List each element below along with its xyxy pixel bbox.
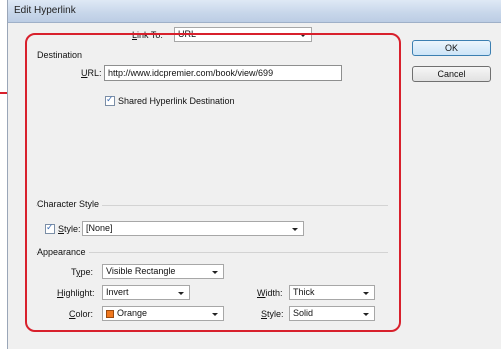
checkmark-icon: ✓	[106, 94, 114, 104]
link-to-dropdown[interactable]: URL	[174, 27, 312, 42]
style-dropdown[interactable]: Solid	[289, 306, 375, 321]
color-label: Color:	[69, 309, 94, 319]
window-title: Edit Hyperlink	[14, 5, 76, 16]
cancel-button[interactable]: Cancel	[412, 66, 491, 82]
appearance-heading: Appearance	[37, 247, 89, 257]
character-style-heading: Character Style	[37, 199, 103, 209]
chevron-down-icon	[212, 271, 218, 274]
destination-heading: Destination	[37, 50, 83, 60]
highlight-label: Highlight:	[57, 288, 95, 298]
width-dropdown[interactable]: Thick	[289, 285, 375, 300]
chevron-down-icon	[292, 228, 298, 231]
color-swatch	[106, 310, 114, 318]
type-label: Type:	[71, 267, 94, 277]
width-label: Width:	[257, 288, 283, 298]
link-to-label: Link To:	[132, 30, 163, 40]
style-label: Style:	[261, 309, 284, 319]
highlight-value: Invert	[106, 287, 129, 297]
style-value: Solid	[293, 308, 314, 318]
divider	[36, 252, 388, 253]
character-style-dropdown[interactable]: [None]	[82, 221, 304, 236]
url-input[interactable]: http://www.idcpremier.com/book/view/699	[104, 65, 342, 81]
chevron-down-icon	[212, 313, 218, 316]
checkmark-icon: ✓	[46, 222, 54, 232]
character-style-checkbox[interactable]: ✓	[45, 222, 55, 234]
color-value: Orange	[117, 308, 148, 318]
chevron-down-icon	[363, 292, 369, 295]
shared-destination-label: Shared Hyperlink Destination	[118, 96, 235, 106]
title-bar[interactable]: Edit Hyperlink	[8, 0, 501, 23]
type-value: Visible Rectangle	[106, 266, 176, 276]
shared-destination-checkbox[interactable]: ✓	[105, 94, 115, 106]
url-label: URL:	[81, 68, 102, 78]
chevron-down-icon	[300, 34, 306, 37]
highlight-dropdown[interactable]: Invert	[102, 285, 190, 300]
width-value: Thick	[293, 287, 315, 297]
chevron-down-icon	[363, 313, 369, 316]
link-to-value: URL	[178, 29, 197, 39]
dialog-body: Link To: URL Destination URL: http://www…	[8, 23, 501, 349]
color-dropdown[interactable]: Orange	[102, 306, 224, 321]
type-dropdown[interactable]: Visible Rectangle	[102, 264, 224, 279]
url-value: http://www.idcpremier.com/book/view/699	[108, 68, 274, 78]
edit-hyperlink-dialog: Edit Hyperlink Link To: URL Destination …	[7, 0, 501, 349]
character-style-value: [None]	[86, 223, 113, 233]
character-style-label: Style:	[58, 224, 81, 234]
chevron-down-icon	[178, 292, 184, 295]
ok-button[interactable]: OK	[412, 40, 491, 56]
